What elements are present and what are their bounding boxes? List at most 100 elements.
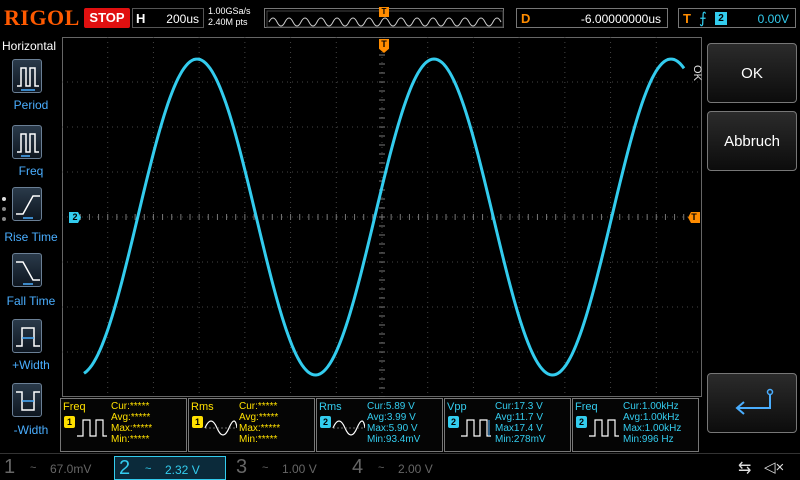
rms-icon — [204, 420, 237, 436]
rising-edge-icon: ⨍ — [699, 10, 707, 27]
page-indicator — [2, 197, 8, 227]
measurement-values: Cur:1.00kHz Avg:1.00kHz Max:1.00kHz Min:… — [623, 401, 681, 445]
measurement-box[interactable]: Freq 1 Cur:***** Avg:***** Max:***** Min… — [60, 398, 187, 452]
rise-time-label: Rise Time — [4, 230, 58, 244]
measurement-title: Rms — [319, 401, 342, 413]
softkey-panel: OK OK Abbruch — [691, 37, 800, 451]
measurement-max: Max:***** — [111, 423, 153, 434]
horizontal-menu: Horizontal Period Freq Rise Time Fall Ti… — [0, 37, 62, 451]
cancel-button[interactable]: Abbruch — [707, 111, 797, 171]
measurement-values: Cur:***** Avg:***** Max:***** Min:***** — [239, 401, 280, 445]
ok-button-label: OK — [741, 65, 763, 82]
negative-width-icon — [16, 391, 40, 411]
measurement-box[interactable]: Vpp 2 Cur:17.3 V Avg:11.7 V Max17.4 V Mi… — [444, 398, 571, 452]
horizontal-key: H — [136, 11, 146, 26]
measurement-title: Vpp — [447, 401, 467, 413]
channel-number: 2 — [119, 457, 131, 479]
measurement-max: Max:1.00kHz — [623, 423, 682, 434]
channel-3-tab[interactable]: 3 ~ 1.00 V — [232, 456, 342, 480]
ac-coupling-icon: ~ — [145, 463, 152, 475]
frequency-label: Freq — [18, 164, 44, 178]
run-stop-indicator[interactable]: STOP — [84, 8, 130, 28]
positive-width-label: +Width — [12, 358, 50, 372]
delay-box[interactable]: D -6.00000000us — [516, 8, 668, 28]
trigger-key: T — [683, 11, 691, 26]
channel-2-tab[interactable]: 2 ~ 2.32 V — [114, 456, 226, 480]
channel-number: 3 — [236, 456, 248, 478]
measurement-channel: 2 — [320, 416, 331, 428]
measurement-channel: 2 — [576, 416, 587, 428]
measurement-min: Min:***** — [239, 434, 278, 445]
positive-width-button[interactable] — [12, 319, 42, 353]
ok-button[interactable]: OK — [707, 43, 797, 103]
measurement-cur: Cur:***** — [111, 401, 150, 412]
rms-icon — [332, 420, 365, 436]
measurement-avg: Avg:1.00kHz — [623, 412, 680, 423]
positive-width-icon — [16, 327, 40, 347]
measurement-box[interactable]: Rms 1 Cur:***** Avg:***** Max:***** Min:… — [188, 398, 315, 452]
ac-coupling-icon: ~ — [30, 462, 37, 474]
speaker-muted-icon[interactable]: ◁× — [764, 458, 784, 476]
trigger-channel: 2 — [715, 12, 727, 25]
negative-width-button[interactable] — [12, 383, 42, 417]
timebase-box[interactable]: H 200us — [132, 8, 204, 28]
page-dot — [2, 207, 6, 211]
rise-time-button[interactable] — [12, 187, 42, 221]
frequency-icon — [17, 133, 39, 157]
waveform-display[interactable]: 2 T T — [62, 37, 702, 397]
channel-scale: 2.32 V — [165, 463, 200, 477]
measurement-box[interactable]: Rms 2 Cur:5.89 V Avg:3.99 V Max:5.90 V M… — [316, 398, 443, 452]
measurement-min: Min:***** — [111, 434, 150, 445]
measurement-avg: Avg:***** — [111, 412, 151, 423]
channel-1-tab[interactable]: 1 ~ 67.0mV — [0, 456, 110, 480]
trigger-level: 0.00V — [757, 12, 789, 26]
waveform-grid — [62, 37, 702, 397]
measurement-min: Min:93.4mV — [367, 434, 421, 445]
enter-icon — [735, 388, 774, 415]
enter-button[interactable] — [707, 373, 797, 433]
period-label: Period — [13, 98, 49, 112]
measurement-cur: Cur:5.89 V — [367, 401, 415, 412]
measurement-avg: Avg:11.7 V — [495, 412, 543, 423]
delay-value: -6.00000000us — [580, 12, 661, 26]
acquisition-info: 1.00GSa/s 2.40M pts — [208, 6, 251, 28]
channel-4-tab[interactable]: 4 ~ 2.00 V — [348, 456, 458, 480]
period-button[interactable] — [12, 59, 42, 93]
fall-time-button[interactable] — [12, 253, 42, 287]
page-dot — [2, 217, 6, 221]
fall-time-icon — [16, 261, 40, 285]
measurement-title: Freq — [575, 401, 598, 413]
measurement-avg: Avg:3.99 V — [367, 412, 416, 423]
vpp-icon — [461, 419, 491, 437]
top-status-bar: RIGOL STOP H 200us 1.00GSa/s 2.40M pts T… — [0, 0, 800, 36]
trigger-position-marker: T — [379, 7, 389, 17]
measurement-cur: Cur:17.3 V — [495, 401, 543, 412]
timebase-value: 200us — [166, 12, 199, 26]
measurement-values: Cur:17.3 V Avg:11.7 V Max17.4 V Min:278m… — [495, 401, 546, 445]
measurement-channel: 1 — [64, 416, 75, 428]
usb-icon: ⇆ — [738, 460, 752, 477]
waveform-overview-bar[interactable]: T — [264, 7, 504, 28]
measurement-min: Min:278mV — [495, 434, 546, 445]
negative-width-label: -Width — [13, 423, 49, 437]
delay-key: D — [521, 11, 531, 26]
measurement-box[interactable]: Freq 2 Cur:1.00kHz Avg:1.00kHz Max:1.00k… — [572, 398, 699, 452]
measurement-cur: Cur:1.00kHz — [623, 401, 679, 412]
frequency-icon — [589, 419, 619, 437]
frequency-icon — [77, 419, 107, 437]
cancel-button-label: Abbruch — [724, 133, 780, 150]
measurement-title: Freq — [63, 401, 86, 413]
channel-scale: 2.00 V — [398, 462, 433, 476]
page-dot — [2, 197, 6, 201]
trigger-box[interactable]: T ⨍ 2 0.00V — [678, 8, 796, 28]
measurement-channel: 2 — [448, 416, 459, 428]
measurement-channel: 1 — [192, 416, 203, 428]
channel-scale: 67.0mV — [50, 462, 92, 476]
measurement-max: Max:***** — [239, 423, 281, 434]
measurement-cur: Cur:***** — [239, 401, 278, 412]
menu-title: Horizontal — [2, 39, 57, 53]
ac-coupling-icon: ~ — [262, 462, 269, 474]
sample-rate: 1.00GSa/s — [208, 6, 251, 16]
frequency-button[interactable] — [12, 125, 42, 159]
fall-time-label: Fall Time — [6, 294, 56, 308]
